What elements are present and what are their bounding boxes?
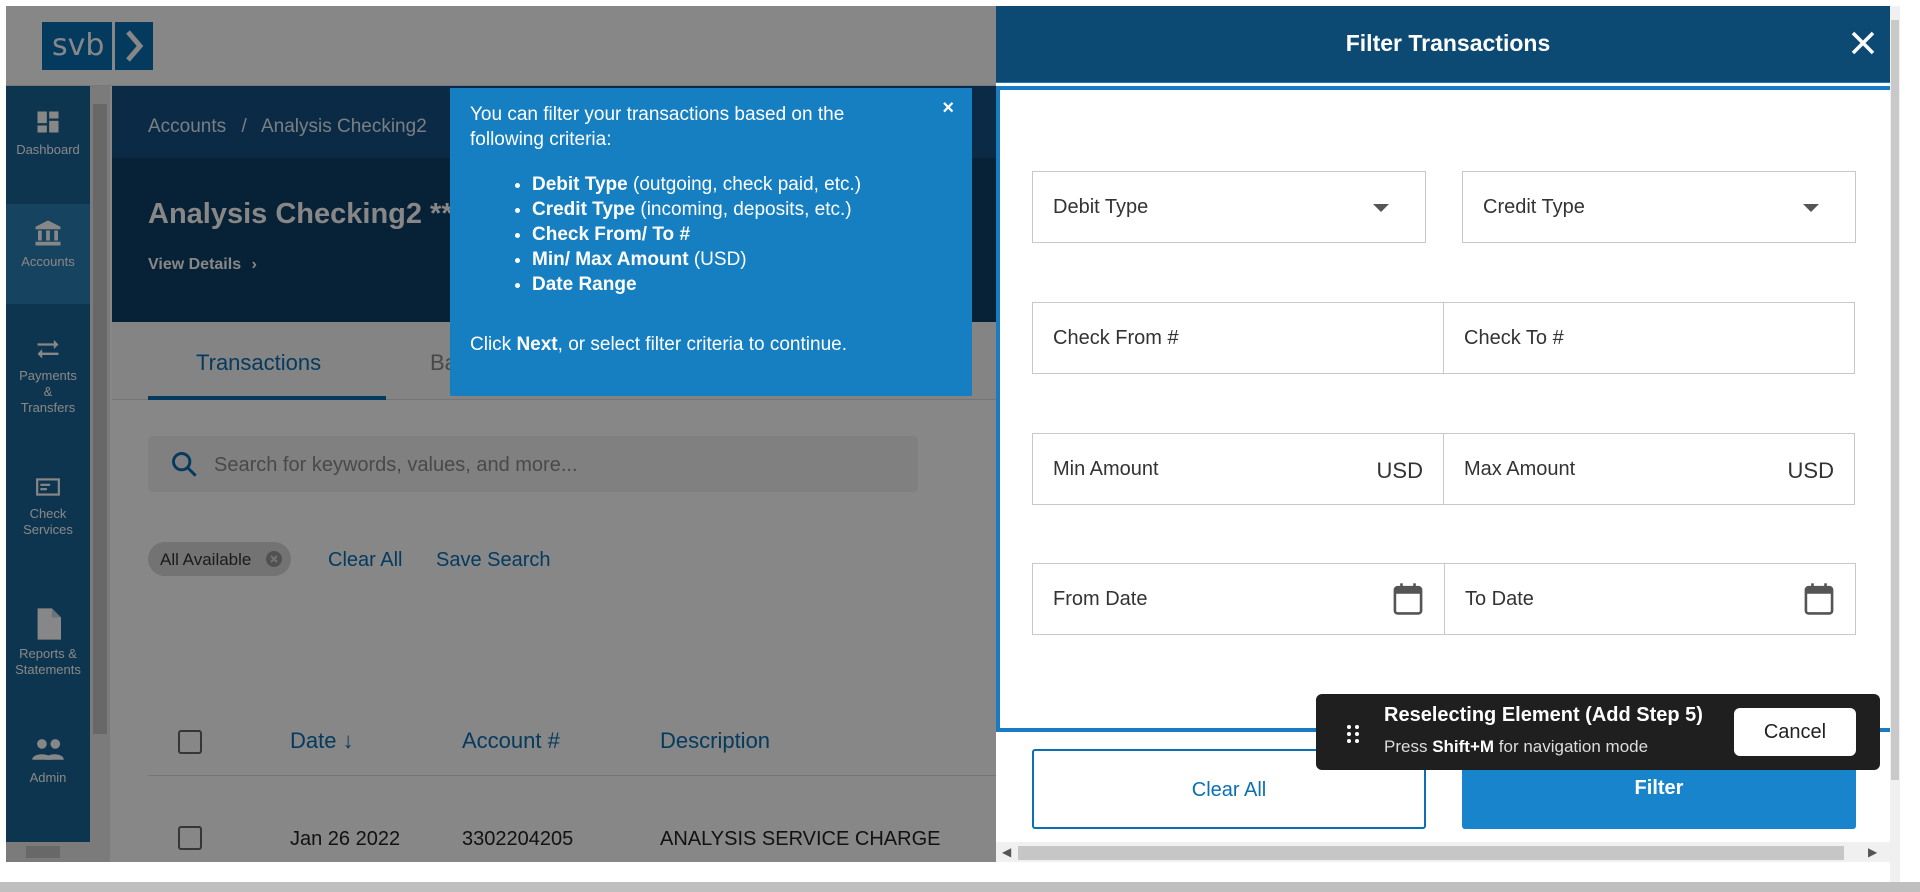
field-label: Debit Type — [1053, 196, 1149, 218]
toast-hint: Press Shift+M for navigation mode — [1384, 737, 1648, 757]
scrollbar-thumb[interactable] — [1018, 846, 1844, 860]
criteria-name: Min/ Max Amount — [532, 249, 689, 270]
criteria-name: Date Range — [532, 274, 637, 295]
field-label: Check To # — [1464, 327, 1564, 349]
list-item: Debit Type (outgoing, check paid, etc.) — [532, 172, 952, 197]
criteria-desc: (USD) — [688, 249, 747, 270]
currency-suffix: USD — [1787, 458, 1834, 483]
caret-down-icon — [1373, 204, 1389, 212]
calendar-icon[interactable] — [1392, 582, 1424, 616]
check-to-input[interactable]: Check To # — [1443, 302, 1855, 374]
list-item: Check From/ To # — [532, 222, 952, 247]
caret-down-icon — [1803, 204, 1819, 212]
field-label: Credit Type — [1483, 196, 1585, 218]
max-amount-input[interactable]: Max Amount USD — [1443, 433, 1855, 505]
criteria-name: Check From/ To # — [532, 224, 691, 245]
tour-tooltip: × You can filter your transactions based… — [450, 88, 972, 396]
field-label: To Date — [1465, 588, 1534, 610]
field-label: From Date — [1053, 588, 1148, 610]
criteria-desc: (outgoing, check paid, etc.) — [627, 174, 862, 195]
currency-suffix: USD — [1376, 458, 1423, 483]
field-label: Min Amount — [1053, 458, 1159, 480]
panel-title: Filter Transactions — [1345, 30, 1551, 56]
recorder-toast: Reselecting Element (Add Step 5) Press S… — [1316, 694, 1880, 770]
shortcut-key: Shift+M — [1432, 737, 1495, 756]
window-bottom-edge — [0, 882, 1920, 892]
footer-text: , or select filter criteria to continue. — [557, 334, 847, 355]
panel-header: Filter Transactions — [996, 6, 1900, 82]
criteria-name: Credit Type — [532, 199, 636, 220]
next-keyword: Next — [516, 334, 558, 355]
list-item: Min/ Max Amount (USD) — [532, 247, 952, 272]
drag-handle-icon[interactable] — [1346, 724, 1360, 744]
calendar-icon[interactable] — [1803, 582, 1835, 616]
toast-title: Reselecting Element (Add Step 5) — [1384, 704, 1703, 726]
credit-type-select[interactable]: Credit Type — [1462, 171, 1856, 243]
hint-text: for navigation mode — [1494, 737, 1649, 756]
close-icon[interactable]: × — [942, 96, 954, 121]
debit-type-select[interactable]: Debit Type — [1032, 171, 1426, 243]
scrollbar-thumb[interactable] — [1891, 20, 1899, 780]
footer-text: Click — [470, 334, 517, 355]
check-from-input[interactable]: Check From # — [1032, 302, 1444, 374]
tooltip-intro: You can filter your transactions based o… — [470, 104, 845, 150]
hint-text: Press — [1384, 737, 1433, 756]
field-label: Max Amount — [1464, 458, 1576, 480]
criteria-desc: (incoming, deposits, etc.) — [635, 199, 852, 220]
min-amount-input[interactable]: Min Amount USD — [1032, 433, 1444, 505]
criteria-name: Debit Type — [532, 174, 628, 195]
tooltip-footer: Click Next, or select filter criteria to… — [470, 332, 952, 357]
list-item: Credit Type (incoming, deposits, etc.) — [532, 197, 952, 222]
from-date-input[interactable]: From Date — [1032, 563, 1445, 635]
cancel-button[interactable]: Cancel — [1734, 708, 1856, 756]
criteria-list: Debit Type (outgoing, check paid, etc.) … — [532, 172, 952, 297]
to-date-input[interactable]: To Date — [1444, 563, 1856, 635]
field-label: Check From # — [1053, 327, 1179, 349]
panel-vertical-scrollbar[interactable] — [1890, 6, 1900, 892]
arrow-left-icon[interactable]: ◀ — [1002, 845, 1011, 859]
arrow-right-icon[interactable]: ▶ — [1868, 845, 1877, 859]
panel-horizontal-scrollbar[interactable]: ◀ ▶ — [996, 842, 1900, 862]
close-icon[interactable] — [1848, 28, 1878, 58]
list-item: Date Range — [532, 272, 952, 297]
